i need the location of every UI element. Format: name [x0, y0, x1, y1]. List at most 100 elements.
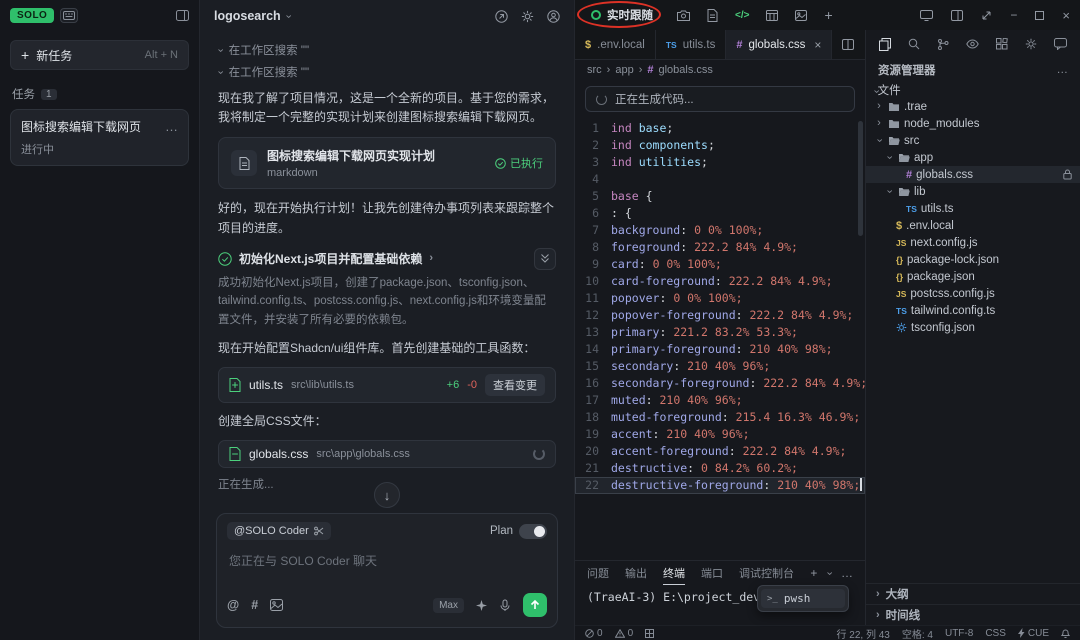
tab-env-local[interactable]: $ .env.local	[575, 30, 656, 59]
split-editor-icon[interactable]	[842, 39, 854, 50]
breadcrumb-app[interactable]: app	[615, 64, 633, 76]
tree-section-files[interactable]: ›文件	[866, 82, 1080, 98]
code-line[interactable]: 3ind utilities;	[575, 154, 865, 171]
editor-scrollbar[interactable]	[858, 121, 863, 236]
live-follow-button[interactable]: 实时跟随	[585, 4, 659, 26]
search-icon[interactable]	[908, 38, 920, 50]
solo-keyboard-icon[interactable]	[60, 8, 78, 23]
indentation[interactable]: 空格: 4	[902, 626, 933, 640]
minimize-icon[interactable]: −	[1010, 8, 1017, 22]
tab-utils-ts[interactable]: TS utils.ts	[656, 30, 726, 59]
screenshot-icon[interactable]	[677, 10, 690, 21]
code-line[interactable]: 9card: 0 0% 100%;	[575, 256, 865, 273]
tree-item[interactable]: ›lib	[866, 183, 1080, 200]
tool-call-search[interactable]: › 在工作区搜索 ""	[218, 64, 556, 80]
tab-terminal[interactable]: 终端	[663, 565, 685, 581]
tree-item[interactable]: JSnext.config.js	[866, 234, 1080, 251]
code-line[interactable]: 1ind base;	[575, 120, 865, 137]
tree-item[interactable]: #globals.css	[866, 166, 1080, 183]
chevron-down-icon[interactable]: ›	[282, 14, 293, 18]
code-line[interactable]: 11popover: 0 0% 100%;	[575, 290, 865, 307]
close-tab-icon[interactable]: ×	[814, 38, 821, 52]
scroll-to-bottom-button[interactable]: ↓	[374, 482, 400, 508]
agent-selector[interactable]: @SOLO Coder	[227, 522, 331, 540]
language-mode[interactable]: CSS	[985, 628, 1006, 639]
collapse-panel-icon[interactable]	[176, 10, 189, 21]
terminal[interactable]: (TraeAI-3) E:\project_devel >_ pwsh	[575, 585, 865, 625]
tree-item[interactable]: tsconfig.json	[866, 319, 1080, 336]
cursor-position[interactable]: 行 22, 列 43	[836, 626, 889, 640]
image-view-icon[interactable]	[795, 10, 807, 21]
plan-toggle-switch[interactable]	[519, 524, 547, 539]
todo-item[interactable]: 初始化Next.js项目并配置基础依赖 ›	[218, 248, 556, 270]
mention-icon[interactable]: @	[227, 598, 239, 612]
tree-item[interactable]: ›src	[866, 132, 1080, 149]
maximize-icon[interactable]	[1035, 11, 1044, 20]
errors-indicator[interactable]: 0	[585, 628, 603, 639]
task-more-icon[interactable]: …	[165, 119, 178, 134]
send-button[interactable]	[523, 593, 547, 617]
breadcrumb-src[interactable]: src	[587, 64, 602, 76]
monitor-icon[interactable]	[920, 10, 933, 21]
document-icon[interactable]	[707, 9, 718, 22]
max-mode-badge[interactable]: Max	[433, 598, 464, 613]
source-control-icon[interactable]	[937, 38, 949, 51]
code-line[interactable]: 2ind components;	[575, 137, 865, 154]
table-icon[interactable]	[766, 10, 778, 21]
code-line[interactable]: 18muted-foreground: 215.4 16.3% 46.9%;	[575, 409, 865, 426]
tree-item[interactable]: ›app	[866, 149, 1080, 166]
code-line[interactable]: 15secondary: 210 40% 96%;	[575, 358, 865, 375]
add-view-icon[interactable]: +	[824, 7, 832, 23]
tree-item[interactable]: ›node_modules	[866, 115, 1080, 132]
share-icon[interactable]	[495, 10, 508, 23]
plan-toggle[interactable]: Plan	[490, 524, 547, 539]
tool-call-search[interactable]: › 在工作区搜索 ""	[218, 42, 556, 58]
code-line[interactable]: 20accent-foreground: 222.2 84% 4.9%;	[575, 443, 865, 460]
tab-output[interactable]: 输出	[625, 565, 647, 581]
chat-input-placeholder[interactable]: 您正在与 SOLO Coder 聊天	[217, 544, 557, 593]
attach-image-icon[interactable]	[270, 599, 283, 611]
explorer-icon[interactable]	[879, 38, 891, 51]
tree-item[interactable]: TStailwind.config.ts	[866, 302, 1080, 319]
code-line[interactable]: 10card-foreground: 222.2 84% 4.9%;	[575, 273, 865, 290]
account-icon[interactable]	[547, 10, 560, 23]
code-editor[interactable]: 1ind base;2ind components;3ind utilities…	[575, 118, 865, 560]
outline-section[interactable]: › 大纲	[866, 583, 1080, 604]
notifications-bell-icon[interactable]	[1061, 628, 1070, 638]
code-line[interactable]: 22destructive-foreground: 210 40% 98%;	[575, 477, 865, 494]
layout-columns-icon[interactable]	[951, 10, 963, 21]
extensions-icon[interactable]	[996, 38, 1008, 50]
new-terminal-icon[interactable]: +	[810, 566, 817, 580]
code-line[interactable]: 13primary: 221.2 83.2% 53.3%;	[575, 324, 865, 341]
code-line[interactable]: 8foreground: 222.2 84% 4.9%;	[575, 239, 865, 256]
task-card[interactable]: 图标搜索编辑下载网页 … 进行中	[10, 109, 189, 166]
microphone-icon[interactable]	[499, 599, 511, 612]
chat-bubble-icon[interactable]	[1054, 38, 1067, 50]
new-task-button[interactable]: + 新任务 Alt + N	[10, 40, 189, 70]
tab-problems[interactable]: 问题	[587, 565, 609, 581]
tree-item[interactable]: JSpostcss.config.js	[866, 285, 1080, 302]
code-line[interactable]: 7background: 0 0% 100%;	[575, 222, 865, 239]
more-actions-icon[interactable]: …	[841, 566, 853, 580]
sparkle-icon[interactable]	[476, 600, 487, 611]
plan-document-card[interactable]: 图标搜索编辑下载网页实现计划 markdown 已执行	[218, 137, 556, 189]
code-line[interactable]: 14primary-foreground: 210 40% 98%;	[575, 341, 865, 358]
settings-gear-icon[interactable]	[521, 10, 534, 23]
chat-input-box[interactable]: @SOLO Coder Plan 您正在与 SOLO Coder 聊天 @ # …	[216, 513, 558, 628]
encoding[interactable]: UTF-8	[945, 628, 973, 639]
breadcrumb-file[interactable]: globals.css	[659, 64, 713, 76]
cue-indicator[interactable]: CUE	[1018, 628, 1049, 639]
tree-item[interactable]: TSutils.ts	[866, 200, 1080, 217]
code-line[interactable]: 16secondary-foreground: 222.2 84% 4.9%;	[575, 375, 865, 392]
chevron-down-icon[interactable]: ›	[824, 571, 835, 575]
tree-item[interactable]: {}package.json	[866, 268, 1080, 285]
tree-item[interactable]: $.env.local	[866, 217, 1080, 234]
code-line[interactable]: 19accent: 210 40% 96%;	[575, 426, 865, 443]
tree-item[interactable]: ›.trae	[866, 98, 1080, 115]
close-icon[interactable]: ×	[1062, 8, 1070, 23]
tab-debug-console[interactable]: 调试控制台	[739, 565, 794, 581]
settings-gear-icon[interactable]	[1025, 38, 1037, 50]
code-line[interactable]: 6: {	[575, 205, 865, 222]
ports-indicator[interactable]	[645, 629, 654, 638]
preview-eye-icon[interactable]	[966, 39, 979, 49]
